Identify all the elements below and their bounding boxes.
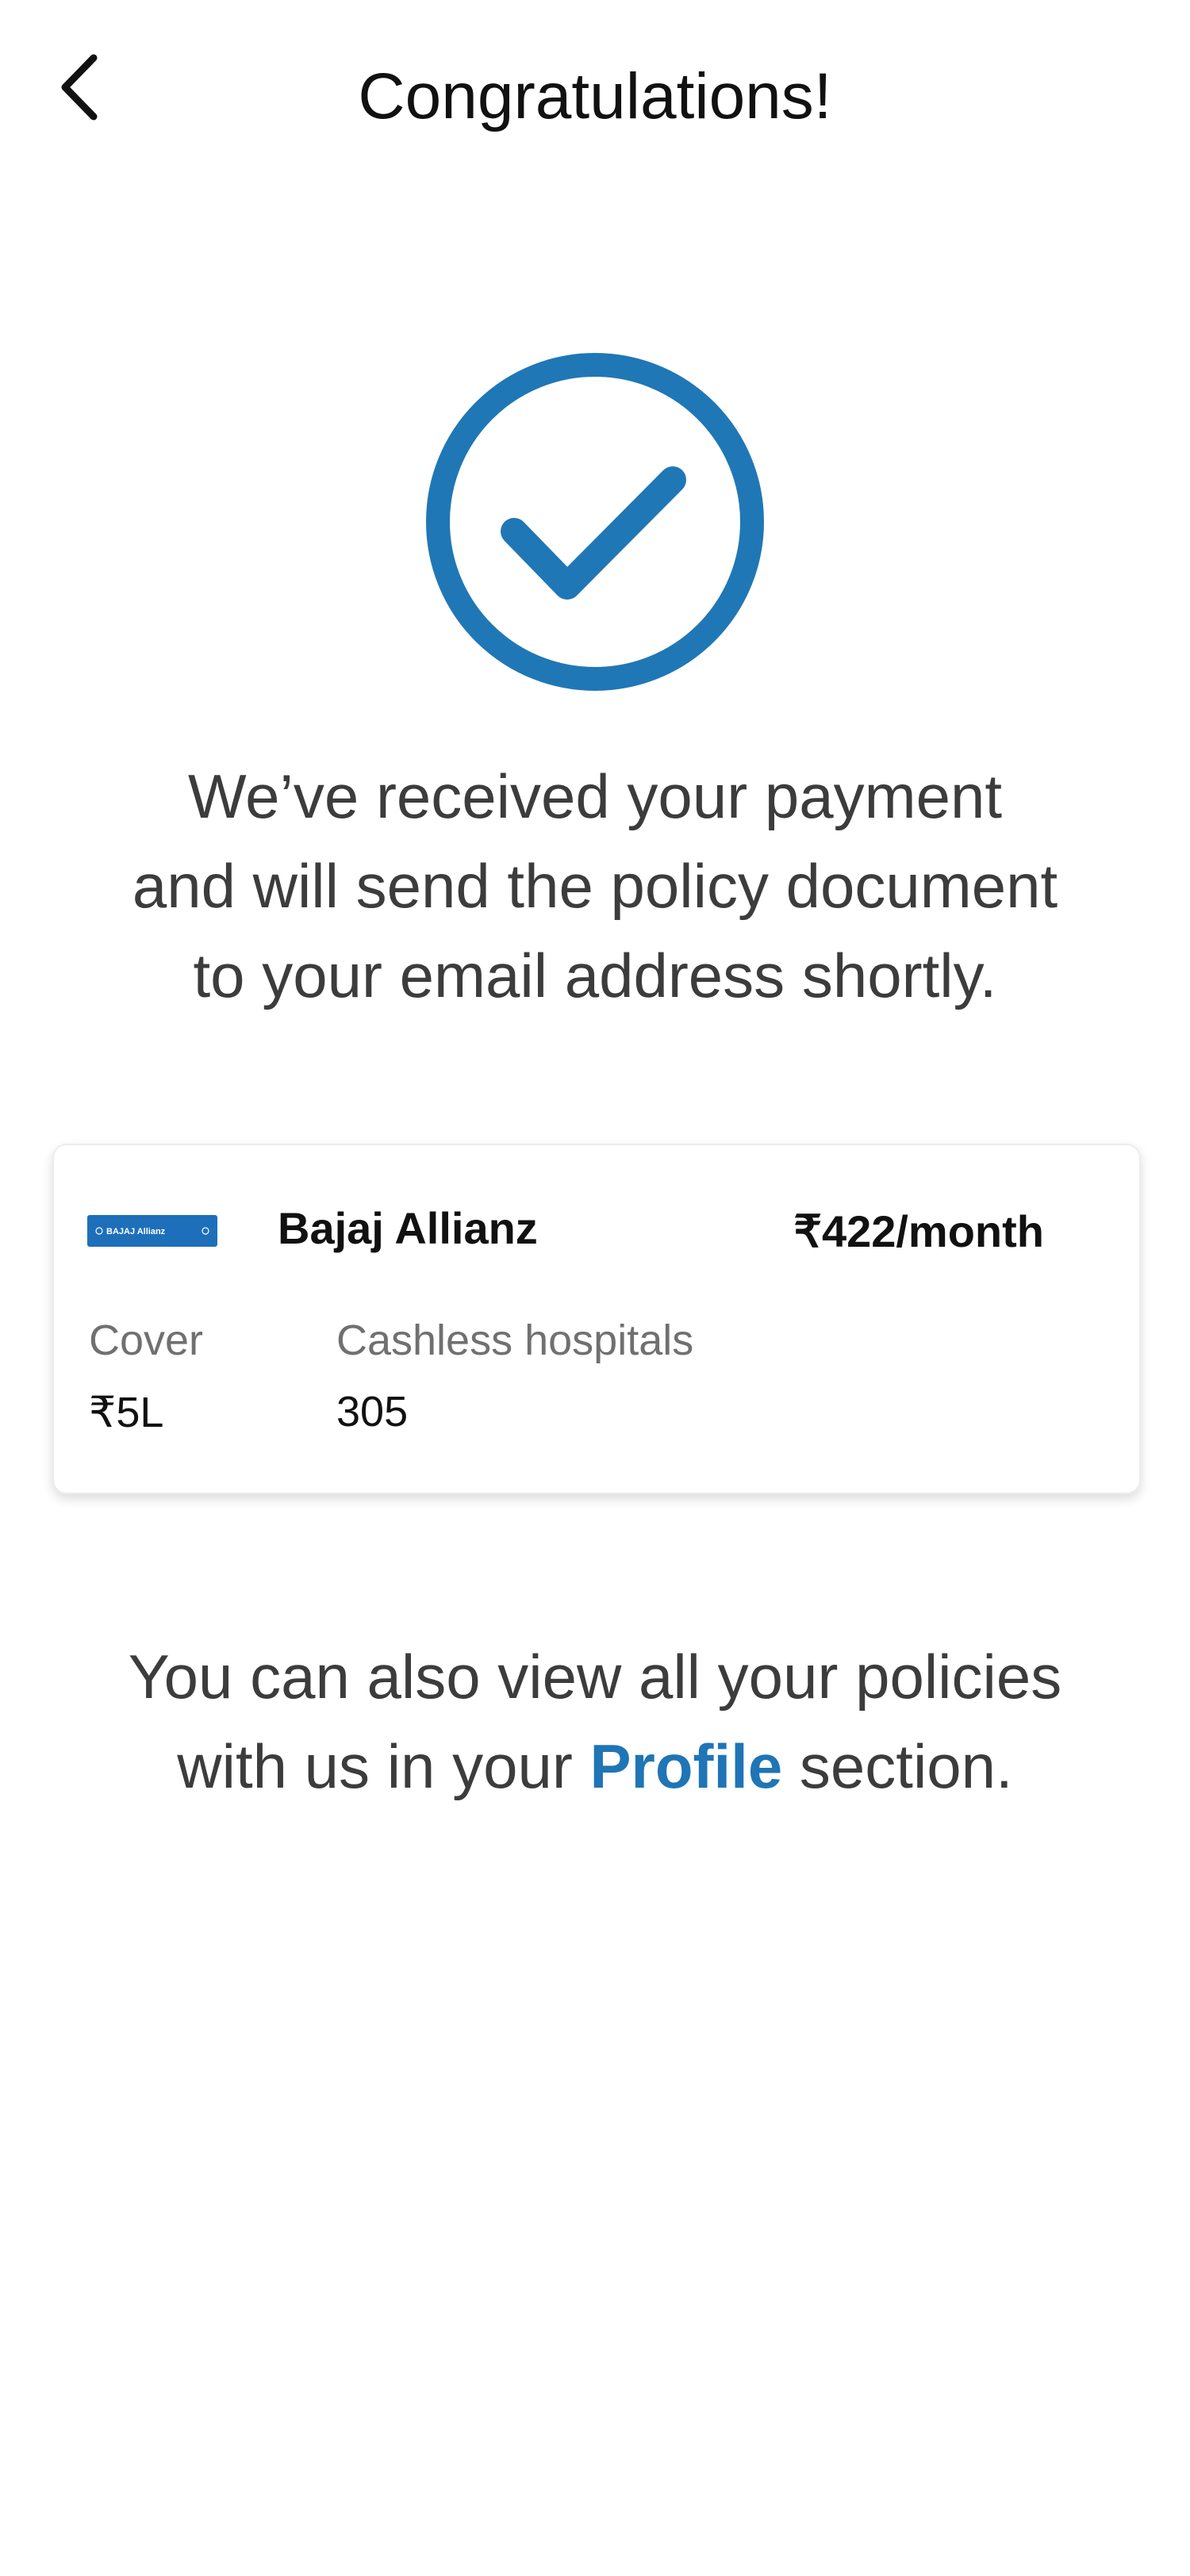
cover-value: ₹5L	[89, 1389, 164, 1436]
page-title: Congratulations!	[358, 60, 832, 132]
profile-note-line: with us in your Profile section.	[63, 1722, 1127, 1811]
profile-note: You can also view all your policies with…	[63, 1632, 1127, 1811]
cashless-hospitals-value: 305	[336, 1388, 409, 1436]
premium-amount: ₹422/month	[793, 1206, 1044, 1256]
message-line: and will send the policy document	[132, 851, 1058, 921]
bajaj-allianz-logo: BAJAJ Allianz	[87, 1215, 217, 1247]
insurer-name: Bajaj Allianz	[278, 1203, 538, 1253]
logo-text: BAJAJ Allianz	[106, 1227, 166, 1236]
message-line: to your email address shortly.	[193, 941, 997, 1010]
cover-label: Cover	[89, 1317, 204, 1364]
check-circle-icon	[422, 349, 768, 695]
profile-note-suffix: section.	[782, 1731, 1013, 1801]
profile-note-prefix: with us in your	[177, 1731, 590, 1801]
profile-link[interactable]: Profile	[590, 1731, 783, 1801]
message-line: We’ve received your payment	[187, 761, 1003, 831]
profile-note-line: You can also view all your policies	[128, 1642, 1062, 1712]
policy-card[interactable]: BAJAJ Allianz Bajaj Allianz ₹422/month C…	[52, 1144, 1141, 1494]
cashless-hospitals-label: Cashless hospitals	[336, 1317, 694, 1364]
confirmation-screen: Congratulations! We’ve received your pay…	[0, 0, 1190, 2576]
payment-received-message: We’ve received your payment and will sen…	[79, 752, 1111, 1021]
header: Congratulations!	[0, 0, 1190, 198]
